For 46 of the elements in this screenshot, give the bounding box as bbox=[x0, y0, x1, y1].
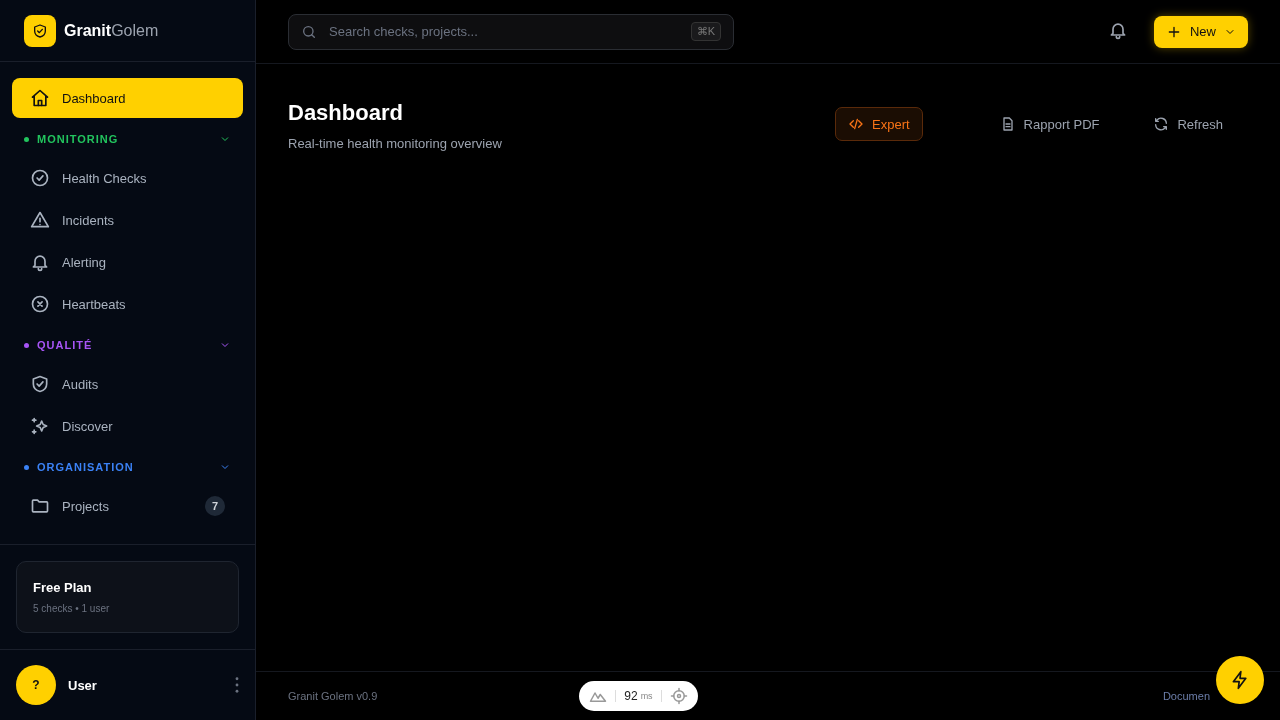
plan-title: Free Plan bbox=[33, 580, 93, 596]
code-icon bbox=[848, 116, 864, 132]
warning-triangle-icon bbox=[30, 210, 50, 231]
shield-check-icon bbox=[32, 22, 48, 39]
avatar[interactable]: ? bbox=[16, 665, 56, 706]
devtools-pill[interactable]: 92 ms bbox=[579, 681, 698, 711]
shield-check-icon bbox=[30, 374, 50, 395]
sidebar-item[interactable]: Alerting bbox=[12, 242, 243, 283]
sidebar-item[interactable]: Audits bbox=[12, 364, 243, 405]
check-circle-icon bbox=[30, 168, 50, 189]
new-button[interactable]: New bbox=[1154, 15, 1248, 48]
quick-action-button[interactable] bbox=[1216, 656, 1264, 704]
action-button[interactable]: Expert bbox=[835, 107, 923, 141]
count-badge: 7 bbox=[205, 496, 225, 517]
plan-detail: 5 checks • 1 user bbox=[33, 603, 111, 615]
page-title: Dashboard bbox=[288, 100, 404, 126]
search-input[interactable]: Search checks, projects... bbox=[327, 23, 681, 40]
user-name: User bbox=[68, 677, 97, 693]
lightning-icon bbox=[1230, 670, 1250, 690]
sparkles-icon bbox=[30, 416, 50, 437]
x-circle-icon bbox=[30, 294, 50, 315]
bell-icon bbox=[30, 252, 50, 273]
action-button[interactable]: Refresh bbox=[1140, 107, 1236, 141]
sidebar-item[interactable]: Incidents bbox=[12, 200, 243, 241]
section-header[interactable]: QUALITÉ bbox=[12, 326, 243, 365]
docs-link[interactable]: Documen bbox=[1162, 690, 1210, 702]
sidebar-item[interactable]: Health Checks bbox=[12, 158, 243, 199]
brand-name: GranitGolem bbox=[64, 21, 159, 40]
action-button[interactable]: Rapport PDF bbox=[986, 107, 1113, 141]
section-header[interactable]: ORGANISATION bbox=[12, 448, 243, 487]
search-icon bbox=[301, 23, 317, 40]
search-field[interactable]: Search checks, projects... ⌘K bbox=[288, 13, 734, 50]
refresh-icon bbox=[1153, 116, 1170, 132]
page-subtitle: Real-time health monitoring overview bbox=[288, 136, 503, 151]
crosshair-icon bbox=[669, 687, 688, 705]
more-icon[interactable] bbox=[235, 677, 239, 694]
sidebar-item[interactable]: Dashboard bbox=[12, 78, 243, 119]
version-label: Granit Golem v0.9 bbox=[288, 690, 378, 702]
sidebar-item[interactable]: Discover bbox=[12, 406, 243, 447]
section-header[interactable]: MONITORING bbox=[12, 120, 243, 159]
sidebar-item[interactable]: Projects 7 bbox=[12, 486, 243, 527]
sidebar-item[interactable]: Heartbeats bbox=[12, 284, 243, 325]
shortcut-hint: ⌘K bbox=[690, 22, 721, 41]
latency-value: 92 bbox=[624, 689, 638, 703]
home-icon bbox=[30, 88, 50, 109]
latency-unit: ms bbox=[640, 691, 653, 701]
